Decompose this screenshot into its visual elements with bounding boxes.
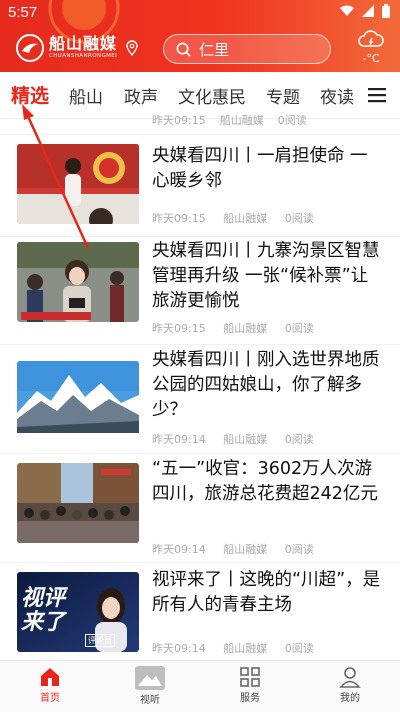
article-title: 视评来了丨这晚的“川超”，是所有人的青春主场 — [152, 570, 381, 615]
article-time: 昨天09:15 — [152, 114, 206, 127]
article-title: 央媒看四川丨刚入选世界地质公园的四姑娘山，你了解多少？ — [152, 350, 380, 420]
location-pin-icon[interactable] — [126, 40, 138, 56]
article-meta: 昨天09:14 船山融媒 0阅读 — [152, 541, 328, 557]
article-time: 昨天09:15 — [152, 212, 206, 225]
nav-services[interactable]: 服务 — [200, 661, 300, 712]
thumbnail-caption: 视评来了 — [21, 585, 66, 635]
video-mountain-icon — [135, 666, 165, 690]
article-source: 船山融媒 — [223, 433, 268, 446]
article-reads: 0阅读 — [284, 543, 314, 556]
search-input[interactable]: 仁里 — [163, 34, 331, 64]
article-meta: 昨天09:14 船山融媒 0阅读 — [152, 640, 328, 656]
article-source: 船山融媒 — [219, 114, 264, 127]
article-meta: 昨天09:15 船山融媒 0阅读 — [152, 210, 328, 226]
tab-chuanshan[interactable]: 船山 — [69, 83, 103, 108]
thumbnail-badge: 评论员 — [85, 634, 115, 647]
article-thumbnail — [17, 242, 139, 322]
user-icon — [339, 667, 361, 688]
article-thumbnail: 视评来了 评论员 — [17, 572, 139, 652]
article-reads: 0阅读 — [284, 433, 314, 446]
wifi-icon — [340, 5, 354, 16]
partial-item-meta: 昨天09:15 船山融媒 0阅读 — [152, 112, 307, 128]
weather-temp: -°C — [362, 52, 380, 65]
article-reads: 0阅读 — [284, 642, 314, 655]
app-header: 5:57 船山融媒 CHUANSHANRONGMEI 仁里 -°C — [0, 0, 400, 72]
article-time: 昨天09:14 — [152, 543, 206, 556]
article-reads: 0阅读 — [284, 322, 314, 335]
article-meta: 昨天09:14 船山融媒 0阅读 — [152, 431, 328, 447]
bottom-nav: 首页 视听 服务 我的 — [0, 660, 400, 712]
nav-video[interactable]: 视听 — [100, 661, 200, 712]
article-time: 昨天09:14 — [152, 433, 206, 446]
status-time: 5:57 — [8, 4, 38, 21]
article-title: 央媒看四川丨九寨沟景区智慧管理再升级 一张“候补票”让旅游更愉悦 — [152, 241, 380, 311]
article-reads: 0阅读 — [284, 212, 314, 225]
status-icons — [340, 4, 390, 18]
tab-wenhuahuimin[interactable]: 文化惠民 — [178, 83, 246, 108]
tab-zhengsheng[interactable]: 政声 — [124, 83, 158, 108]
tab-zhuanti[interactable]: 专题 — [266, 83, 300, 108]
article-title: 央媒看四川丨一肩担使命 一心暖乡邻 — [152, 146, 368, 191]
search-text: 仁里 — [199, 40, 230, 59]
battery-icon — [382, 4, 390, 18]
article-item[interactable]: 央媒看四川丨九寨沟景区智慧管理再升级 一张“候补票”让旅游更愉悦 昨天09:15… — [0, 236, 400, 344]
logo-subtitle: CHUANSHANRONGMEI — [49, 53, 118, 60]
nav-label: 首页 — [40, 693, 60, 704]
weather-widget[interactable]: -°C — [352, 30, 390, 65]
cloud-icon — [358, 30, 384, 47]
article-source: 船山融媒 — [223, 322, 268, 335]
article-thumbnail — [17, 463, 139, 543]
nav-label: 服务 — [240, 693, 260, 704]
article-item[interactable]: “五一”收官：3602万人次游四川，旅游总花费超242亿元 昨天09:14 船山… — [0, 453, 400, 562]
article-source: 船山融媒 — [223, 543, 268, 556]
app-logo[interactable]: 船山融媒 CHUANSHANRONGMEI — [16, 34, 138, 62]
article-time: 昨天09:14 — [152, 642, 206, 655]
search-icon — [176, 42, 191, 57]
logo-name: 船山融媒 — [49, 34, 118, 54]
nav-profile[interactable]: 我的 — [300, 661, 400, 712]
nav-home[interactable]: 首页 — [0, 661, 100, 712]
grid-icon — [240, 667, 260, 687]
article-item[interactable]: 央媒看四川丨一肩担使命 一心暖乡邻 昨天09:15 船山融媒 0阅读 — [0, 134, 400, 236]
logo-mark-icon — [16, 34, 44, 62]
home-icon — [41, 668, 59, 686]
article-source: 船山融媒 — [223, 212, 268, 225]
menu-icon[interactable] — [368, 87, 386, 103]
article-meta: 昨天09:15 船山融媒 0阅读 — [152, 320, 328, 336]
nav-label: 视听 — [140, 695, 160, 706]
article-source: 船山融媒 — [223, 642, 268, 655]
article-item[interactable]: 视评来了 评论员 视评来了丨这晚的“川超”，是所有人的青春主场 昨天09:14 … — [0, 562, 400, 660]
tab-yedu[interactable]: 夜读 — [320, 83, 354, 108]
article-time: 昨天09:15 — [152, 322, 206, 335]
article-thumbnail — [17, 144, 139, 224]
article-reads: 0阅读 — [277, 114, 307, 127]
signal-icon — [362, 5, 374, 17]
article-item[interactable]: 央媒看四川丨刚入选世界地质公园的四姑娘山，你了解多少？ 昨天09:14 船山融媒… — [0, 344, 400, 453]
nav-label: 我的 — [340, 693, 360, 704]
article-title: “五一”收官：3602万人次游四川，旅游总花费超242亿元 — [152, 459, 378, 504]
tab-jingxuan[interactable]: 精选 — [11, 81, 49, 108]
article-thumbnail — [17, 361, 139, 441]
